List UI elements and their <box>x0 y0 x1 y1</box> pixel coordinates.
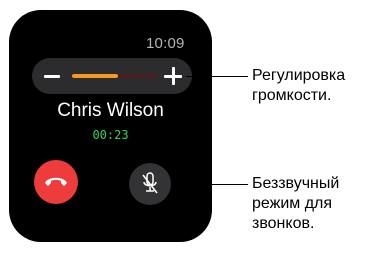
volume-callout: Регулировка громкости. <box>252 66 372 106</box>
microphone-slash-icon <box>142 172 158 194</box>
caller-name: Chris Wilson <box>57 100 164 121</box>
annotated-screenshot: 10:09 Chris Wilson 00:23 Регулировка гро… <box>0 0 375 255</box>
call-duration: 00:23 <box>92 128 129 142</box>
phone-hangup-icon <box>45 177 67 186</box>
volume-callout-line1: Регулировка <box>252 67 346 84</box>
mute-callout-line2: режим для <box>252 195 333 212</box>
mute-callout: Беззвучный режим для звонков. <box>252 174 372 234</box>
clock-time: 10:09 <box>146 35 185 52</box>
end-call-button[interactable] <box>34 160 78 204</box>
mute-button[interactable] <box>129 163 171 205</box>
volume-callout-line <box>186 76 248 77</box>
mute-callout-line <box>171 184 248 185</box>
mute-callout-line1: Беззвучный <box>252 175 340 192</box>
plus-icon[interactable] <box>164 67 182 85</box>
mute-callout-line3: звонков. <box>252 215 315 232</box>
volume-callout-line2: громкости. <box>252 87 332 104</box>
volume-control[interactable] <box>32 58 192 94</box>
volume-level-fill <box>72 74 119 78</box>
minus-icon[interactable] <box>44 75 60 78</box>
volume-slider[interactable] <box>72 74 156 78</box>
